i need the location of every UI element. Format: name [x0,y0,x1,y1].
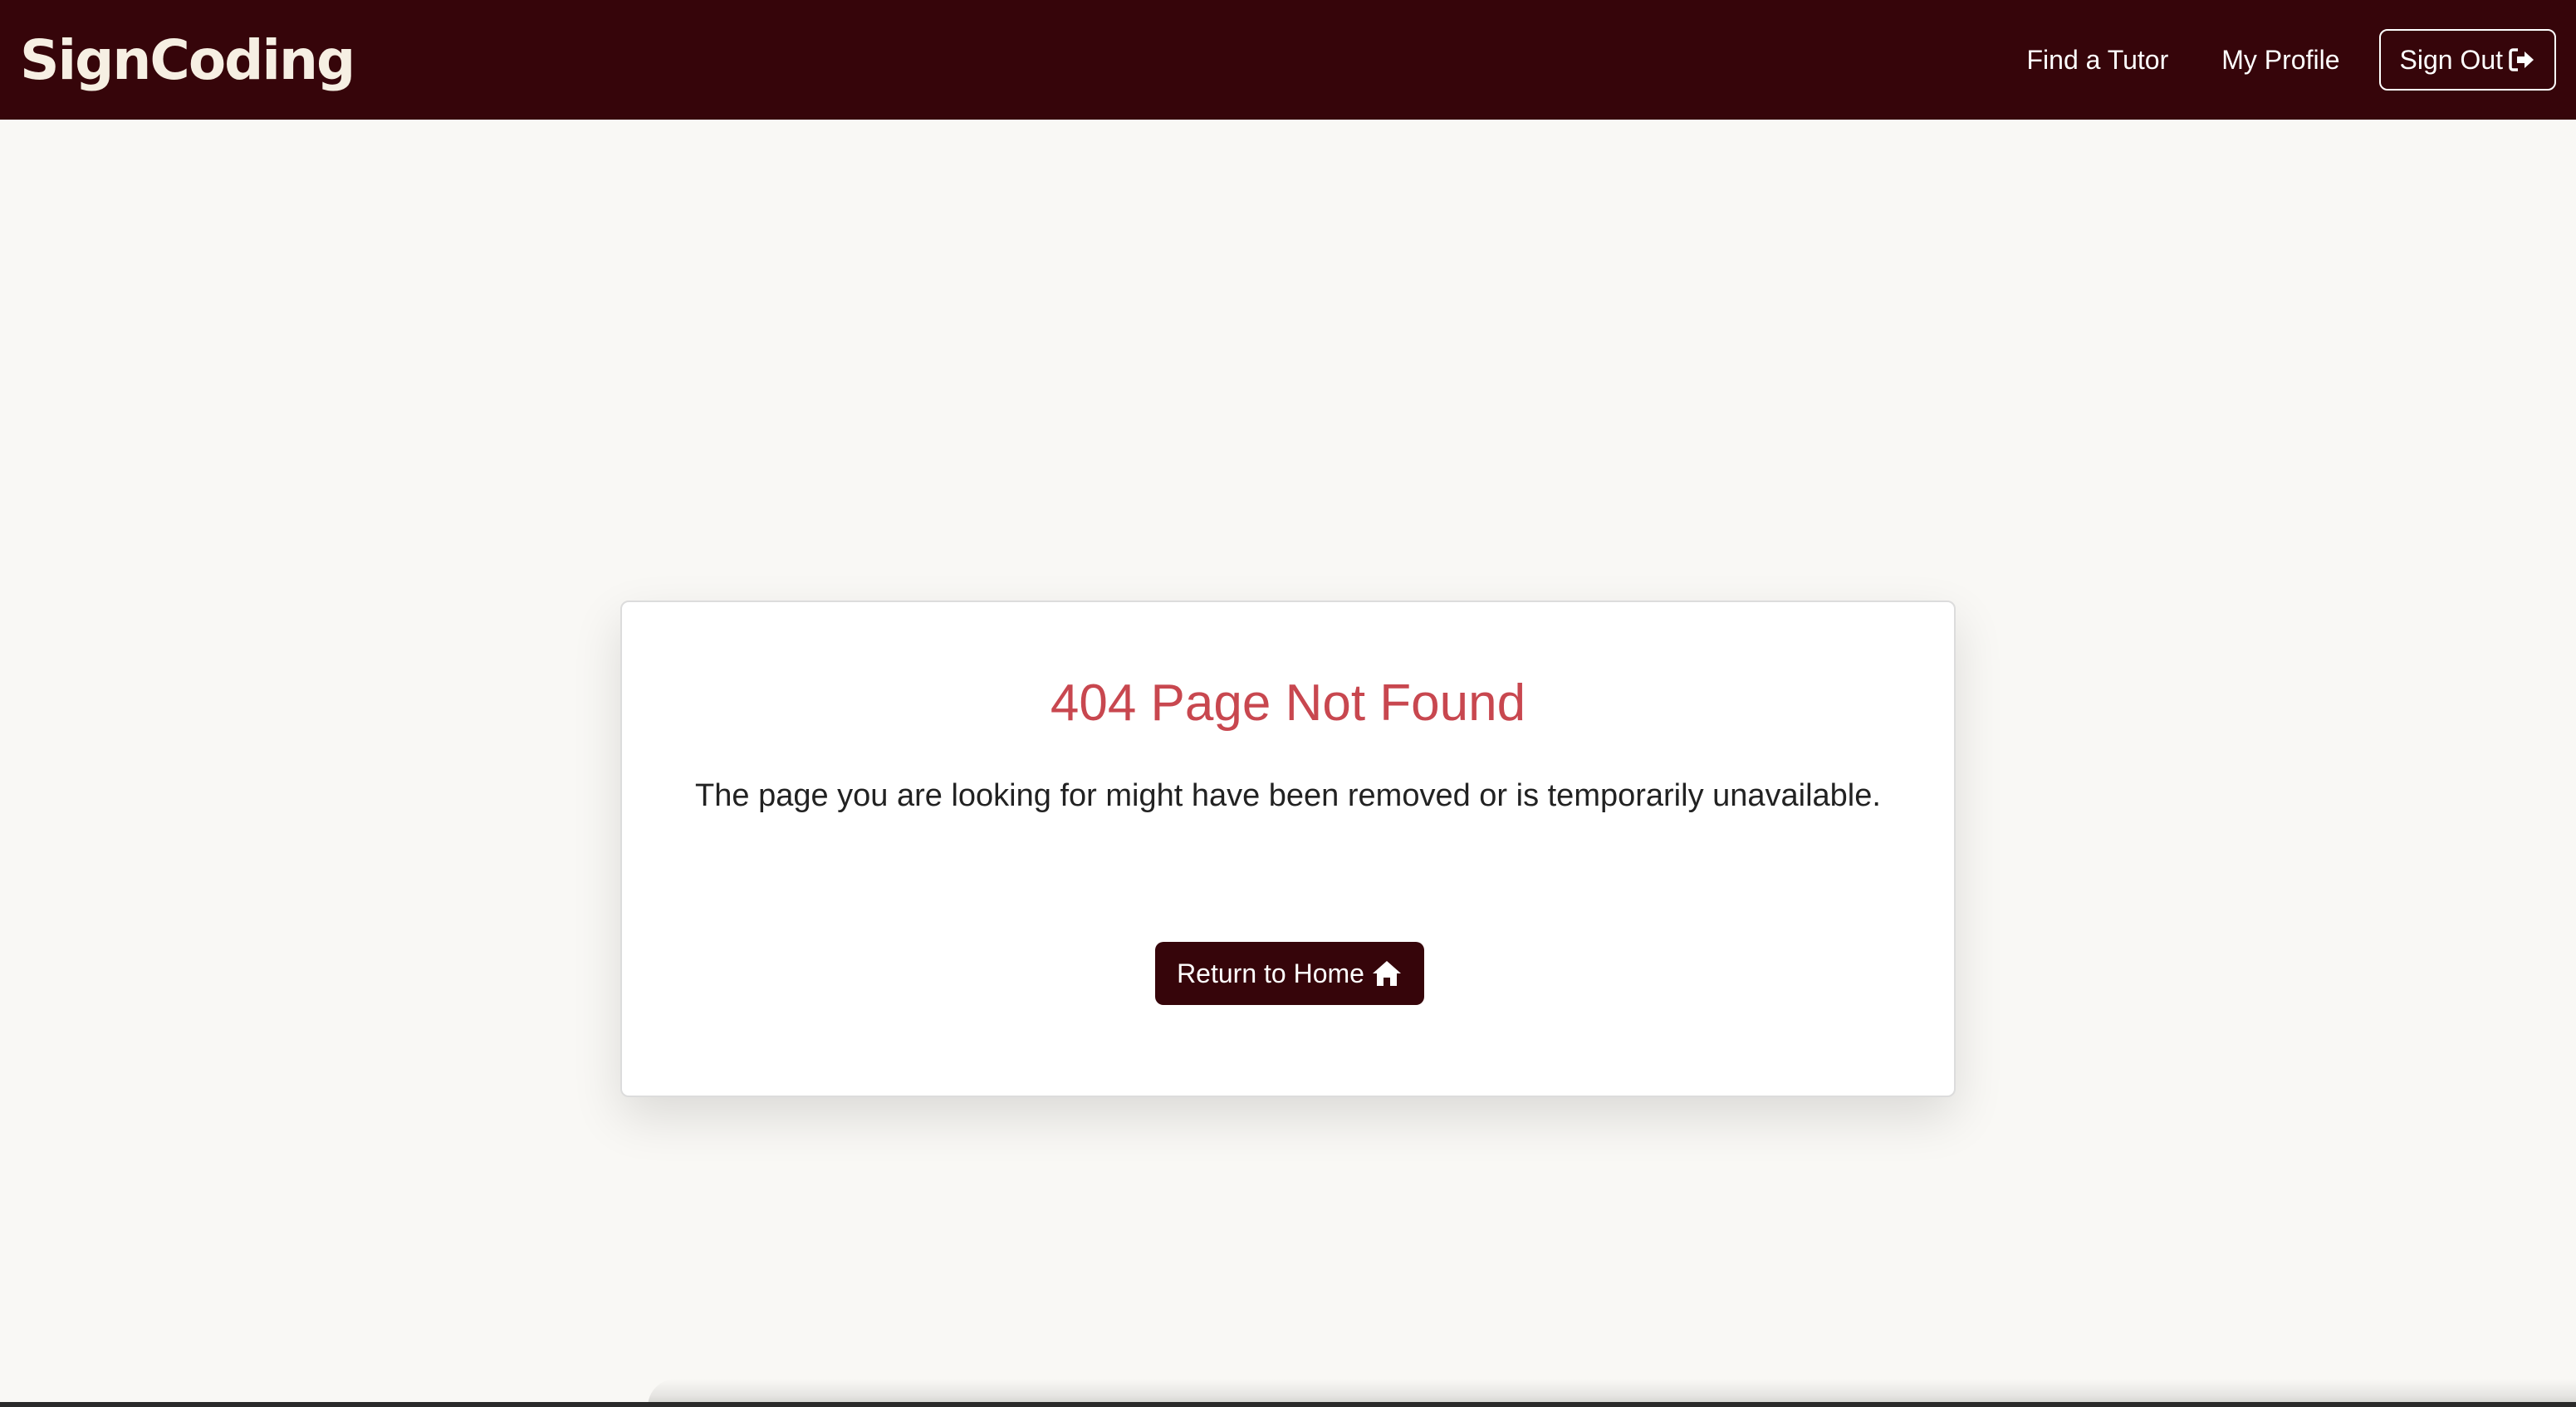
nav-link-find-a-tutor[interactable]: Find a Tutor [2026,45,2168,76]
home-icon [1372,961,1401,986]
window-bottom-edge [0,1402,2576,1407]
brand-logo[interactable]: SignCoding [20,28,355,92]
sign-out-label: Sign Out [2399,44,2503,75]
nav-link-my-profile[interactable]: My Profile [2221,45,2339,76]
return-home-button[interactable]: Return to Home [1155,942,1424,1005]
error-title: 404 Page Not Found [1050,674,1526,732]
top-navbar: SignCoding Find a Tutor My Profile Sign … [0,0,2576,120]
sign-out-button[interactable]: Sign Out [2379,29,2556,91]
error-message: The page you are looking for might have … [695,778,1881,813]
sign-out-icon [2509,48,2534,71]
nav-links: Find a Tutor My Profile Sign Out [2026,29,2556,91]
not-found-card: 404 Page Not Found The page you are look… [620,601,1956,1097]
return-home-label: Return to Home [1177,958,1364,988]
